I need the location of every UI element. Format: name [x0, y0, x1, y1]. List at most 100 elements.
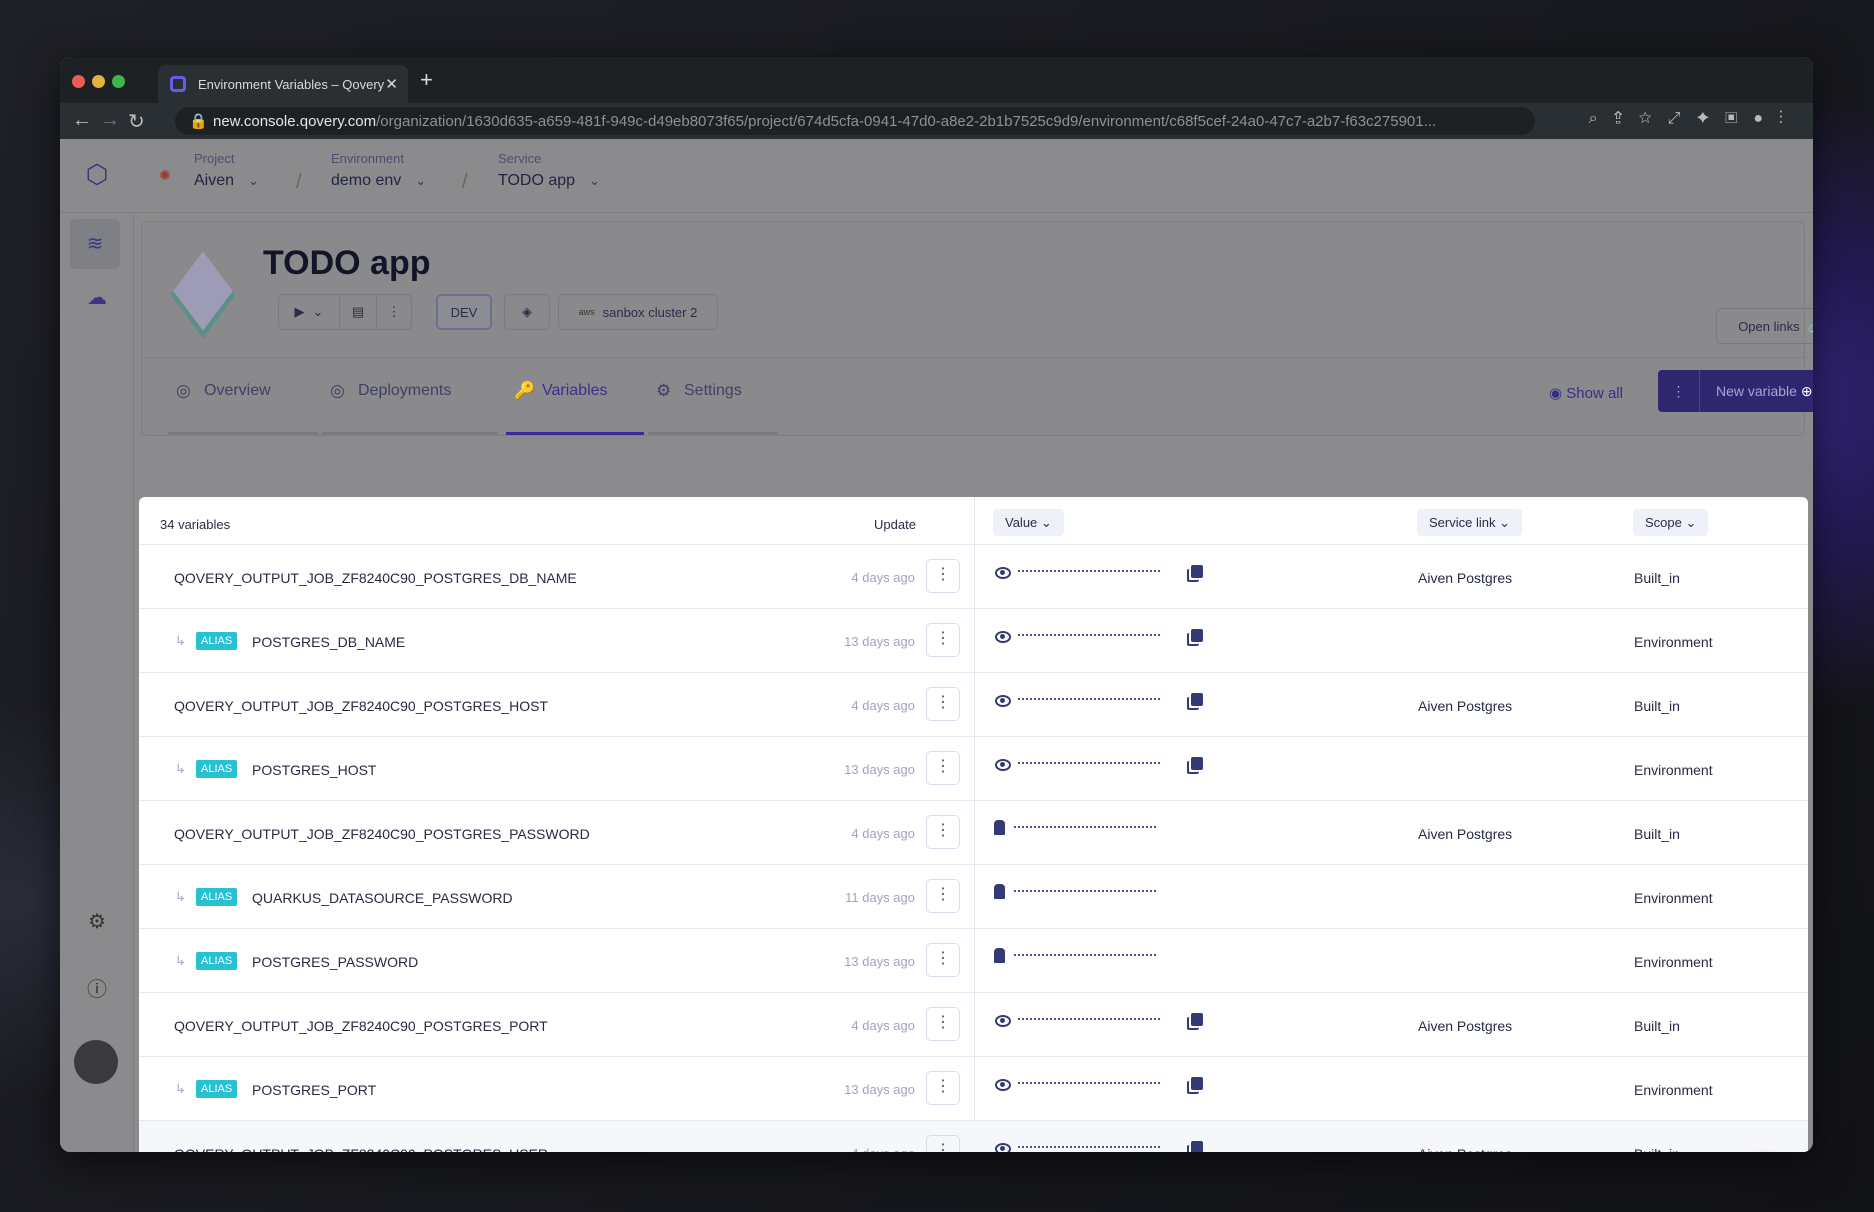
row-actions-button[interactable]: ⋮: [926, 1135, 960, 1152]
reload-icon[interactable]: ↻: [128, 109, 145, 134]
copy-icon[interactable]: [1191, 629, 1203, 642]
tab-label: Settings: [684, 382, 742, 399]
table-row[interactable]: QOVERY_OUTPUT_JOB_ZF8240C90_POSTGRES_POR…: [139, 993, 1808, 1057]
tab-settings[interactable]: ⚙ Settings: [648, 378, 778, 435]
eye-icon[interactable]: [995, 1143, 1011, 1152]
variable-scope: Built_in: [1634, 1018, 1680, 1034]
show-all-label: Show all: [1566, 385, 1623, 402]
variable-scope: Built_in: [1634, 1146, 1680, 1152]
minimize-window-button[interactable]: [92, 75, 105, 88]
more-actions-button[interactable]: ⋮: [376, 294, 412, 330]
sidebar-services-layers-icon[interactable]: ≋: [70, 219, 120, 269]
row-actions-button[interactable]: ⋮: [926, 815, 960, 849]
table-row[interactable]: ↳ ALIAS POSTGRES_PASSWORD 13 days ago ⋮ Envir…: [139, 929, 1808, 993]
crumb-value: Aiven: [194, 172, 235, 189]
updated-time: 4 days ago: [851, 570, 915, 585]
browser-tab[interactable]: Environment Variables – Qovery ✕: [158, 65, 408, 103]
hidden-value: [1018, 762, 1160, 765]
row-actions-button[interactable]: ⋮: [926, 687, 960, 721]
row-actions-button[interactable]: ⋮: [926, 1071, 960, 1105]
copy-icon[interactable]: [1191, 1013, 1203, 1026]
service-link[interactable]: Aiven Postgres: [1418, 570, 1512, 586]
back-icon[interactable]: ←: [72, 109, 92, 132]
copy-icon[interactable]: [1191, 1077, 1203, 1090]
info-icon[interactable]: ⓘ: [82, 973, 112, 1002]
scope-filter-button[interactable]: Scope ⌄: [1633, 509, 1709, 536]
copy-icon[interactable]: [1191, 565, 1203, 578]
url-input[interactable]: 🔒 new.console.qovery.com/organization/163…: [175, 107, 1535, 135]
variable-name: POSTGRES_PASSWORD: [252, 954, 419, 970]
tab-title: Environment Variables – Qovery: [198, 77, 385, 92]
row-actions-button[interactable]: ⋮: [926, 943, 960, 977]
qovery-app: ⬡ ✺ Project Aiven ⌄ / Environment demo env ⌄…: [60, 139, 1813, 1152]
table-row[interactable]: QOVERY_OUTPUT_JOB_ZF8240C90_POSTGRES_DB_…: [139, 545, 1808, 609]
user-avatar[interactable]: [74, 1040, 118, 1084]
show-all-button[interactable]: ◉ Show all: [1549, 384, 1623, 402]
row-actions-button[interactable]: ⋮: [926, 1007, 960, 1041]
project-avatar-icon: ✺: [159, 167, 171, 183]
hidden-value: [1018, 634, 1160, 637]
row-actions-button[interactable]: ⋮: [926, 751, 960, 785]
service-link[interactable]: Aiven Postgres: [1418, 826, 1512, 842]
service-link[interactable]: Aiven Postgres: [1418, 1018, 1512, 1034]
updated-time: 11 days ago: [845, 890, 915, 905]
row-actions-button[interactable]: ⋮: [926, 559, 960, 593]
row-actions-button[interactable]: ⋮: [926, 879, 960, 913]
browser-toolbar-icons[interactable]: ⌕⇪☆⤢✦▣●⋮: [1589, 110, 1799, 128]
logs-button[interactable]: ▤: [339, 294, 377, 330]
table-row[interactable]: ↳ ALIAS POSTGRES_PORT 13 days ago ⋮ Environme…: [139, 1057, 1808, 1121]
service-link-filter-button[interactable]: Service link ⌄: [1417, 509, 1522, 536]
variable-scope: Built_in: [1634, 698, 1680, 714]
open-links-button[interactable]: Open links 🔗: [1716, 308, 1813, 344]
eye-icon[interactable]: [995, 1015, 1011, 1027]
updated-time: 4 days ago: [851, 826, 915, 841]
service-header-card: TODO app ▶ ⌄ ▤ ⋮ DEV ◈ aws sanbox cluster …: [141, 221, 1813, 436]
table-row[interactable]: ↳ ALIAS POSTGRES_HOST 13 days ago ⋮ Environme…: [139, 737, 1808, 801]
copy-icon[interactable]: [1191, 757, 1203, 770]
eye-icon[interactable]: [995, 567, 1011, 579]
sidebar-cloud-icon[interactable]: ☁: [82, 285, 112, 310]
updated-time: 13 days ago: [844, 1082, 915, 1097]
new-variable-more-button[interactable]: ⋮: [1658, 370, 1700, 412]
tab-overview[interactable]: ◎ Overview: [168, 378, 318, 435]
value-filter-button[interactable]: Value ⌄: [993, 509, 1064, 536]
breadcrumb-service[interactable]: Service TODO app ⌄: [498, 151, 600, 190]
variable-scope: Built_in: [1634, 826, 1680, 842]
table-row[interactable]: QOVERY_OUTPUT_JOB_ZF8240C90_POSTGRES_PAS…: [139, 801, 1808, 865]
variable-name: QUARKUS_DATASOURCE_PASSWORD: [252, 890, 513, 906]
forward-icon[interactable]: →: [100, 109, 120, 132]
variable-name: QOVERY_OUTPUT_JOB_ZF8240C90_POSTGRES_POR…: [174, 1018, 548, 1034]
breadcrumb-project[interactable]: Project Aiven ⌄: [194, 151, 259, 190]
eye-icon[interactable]: [995, 1079, 1011, 1091]
deploy-button[interactable]: ▶ ⌄: [278, 294, 340, 330]
eye-icon[interactable]: [995, 759, 1011, 771]
qovery-logo-icon[interactable]: ⬡: [82, 159, 112, 190]
alias-arrow-icon: ↳: [175, 633, 186, 648]
crumb-value: TODO app: [498, 172, 576, 189]
copy-icon[interactable]: [1191, 1141, 1203, 1152]
close-window-button[interactable]: [72, 75, 85, 88]
filter-label: Value: [1005, 515, 1038, 530]
update-column-header[interactable]: Update: [874, 517, 916, 532]
table-row[interactable]: ↳ ALIAS POSTGRES_DB_NAME 13 days ago ⋮ Enviro…: [139, 609, 1808, 673]
alias-arrow-icon: ↳: [175, 889, 186, 904]
breadcrumb-environment[interactable]: Environment demo env ⌄: [331, 151, 426, 190]
service-link[interactable]: Aiven Postgres: [1418, 1146, 1512, 1152]
new-tab-button[interactable]: +: [420, 67, 433, 93]
new-variable-button[interactable]: New variable ⊕: [1716, 383, 1813, 400]
eye-icon[interactable]: [995, 631, 1011, 643]
chevron-down-icon: ⌄: [248, 173, 259, 188]
settings-gear-icon[interactable]: ⚙: [82, 909, 112, 934]
variable-scope: Built_in: [1634, 570, 1680, 586]
copy-icon[interactable]: [1191, 693, 1203, 706]
close-tab-icon[interactable]: ✕: [385, 75, 398, 93]
table-row[interactable]: ↳ ALIAS QUARKUS_DATASOURCE_PASSWORD 11 days…: [139, 865, 1808, 929]
tab-variables[interactable]: 🔑 Variables: [506, 378, 644, 435]
tab-deployments[interactable]: ◎ Deployments: [322, 378, 498, 435]
table-row[interactable]: QOVERY_OUTPUT_JOB_ZF8240C90_POSTGRES_USE…: [139, 1121, 1808, 1152]
eye-icon[interactable]: [995, 695, 1011, 707]
table-row[interactable]: QOVERY_OUTPUT_JOB_ZF8240C90_POSTGRES_HOS…: [139, 673, 1808, 737]
service-link[interactable]: Aiven Postgres: [1418, 698, 1512, 714]
maximize-window-button[interactable]: [112, 75, 125, 88]
row-actions-button[interactable]: ⋮: [926, 623, 960, 657]
